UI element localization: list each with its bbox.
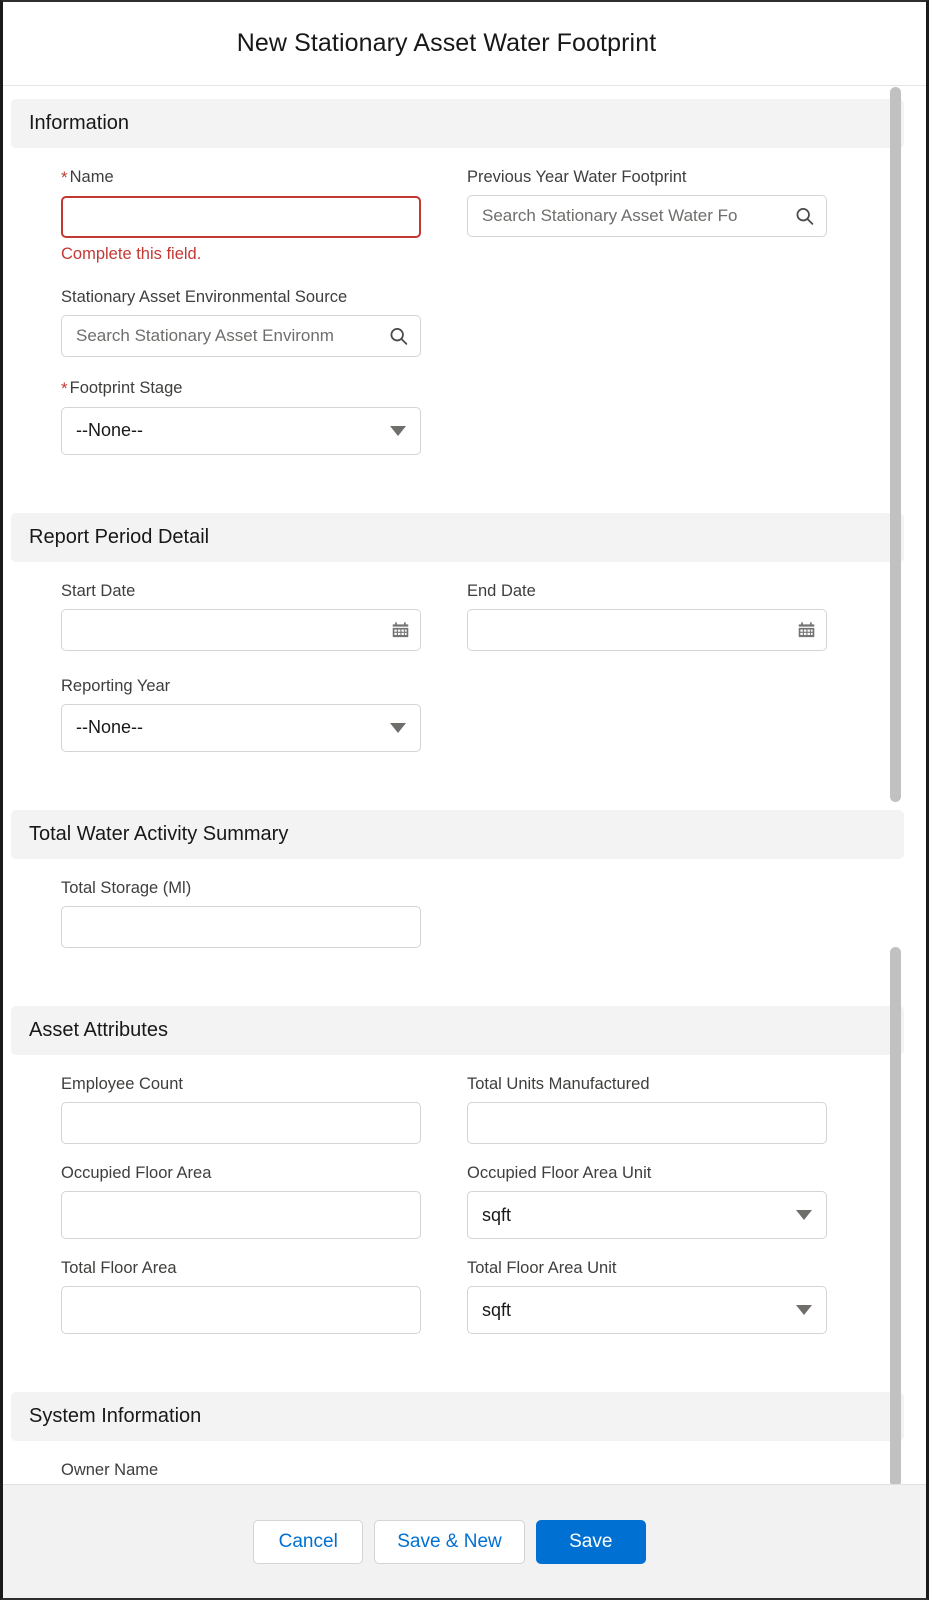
page-title: New Stationary Asset Water Footprint <box>236 29 657 57</box>
field-label-owner-name: Owner Name <box>61 1461 159 1480</box>
section-body-report-period: Start Date Reporting Year --None-- End D… <box>3 562 926 798</box>
field-label-employee-count: Employee Count <box>61 1074 183 1093</box>
empty-column <box>467 1459 827 1487</box>
search-icon[interactable] <box>388 325 409 346</box>
field-total-storage: Total Storage (Ml) <box>61 877 421 948</box>
field-label-total-floor-area: Total Floor Area <box>61 1259 177 1278</box>
employee-count-input[interactable] <box>61 1102 421 1145</box>
field-label-occupied-floor-area: Occupied Floor Area <box>61 1164 212 1183</box>
empty-column <box>467 877 827 966</box>
field-name: * Name Complete this field. <box>61 166 421 264</box>
field-label-total-storage: Total Storage (Ml) <box>61 878 192 897</box>
name-input[interactable] <box>61 195 421 238</box>
chevron-down-icon[interactable] <box>796 1210 812 1221</box>
footprint-stage-value: --None-- <box>76 420 144 441</box>
occupied-floor-area-unit-value: sqft <box>482 1204 512 1225</box>
field-label-footprint-stage: * Footprint Stage <box>61 378 183 398</box>
total-floor-area-input[interactable] <box>61 1286 421 1335</box>
total-floor-area-unit-select[interactable]: sqft <box>467 1286 827 1335</box>
chevron-down-icon[interactable] <box>390 722 406 733</box>
field-label-start-date: Start Date <box>61 581 136 600</box>
chevron-down-icon[interactable] <box>390 425 406 436</box>
required-asterisk-footprint-stage: * <box>61 378 68 398</box>
field-label-env-source: Stationary Asset Environmental Source <box>61 287 348 306</box>
modal-scrollbar-thumb[interactable] <box>890 87 901 802</box>
search-icon[interactable] <box>794 206 815 227</box>
chevron-down-icon[interactable] <box>796 1305 812 1316</box>
section-body-system-information: Owner Name <box>3 1441 926 1487</box>
section-body-asset-attributes: Employee Count Occupied Floor Area Total… <box>3 1055 926 1380</box>
section-body-water-activity: Total Storage (Ml) <box>3 859 926 994</box>
section-header-asset-attributes: Asset Attributes <box>11 1005 904 1055</box>
calendar-icon[interactable] <box>392 621 409 638</box>
total-storage-input[interactable] <box>61 905 421 948</box>
section-header-report-period: Report Period Detail <box>11 512 904 562</box>
save-button[interactable]: Save <box>535 1519 646 1564</box>
modal-header: New Stationary Asset Water Footprint <box>3 2 926 86</box>
occupied-floor-area-unit-select[interactable]: sqft <box>467 1191 827 1240</box>
field-label-occupied-floor-area-unit: Occupied Floor Area Unit <box>467 1164 652 1183</box>
calendar-icon[interactable] <box>798 621 815 638</box>
name-error-message: Complete this field. <box>61 244 202 263</box>
end-date-input[interactable] <box>467 608 827 651</box>
reporting-year-select[interactable]: --None-- <box>61 703 421 752</box>
required-asterisk-name: * <box>61 168 68 187</box>
previous-year-placeholder: Search Stationary Asset Water Fo <box>482 206 738 226</box>
reporting-year-value: --None-- <box>76 717 144 738</box>
field-reporting-year: Reporting Year --None-- <box>61 675 421 752</box>
field-previous-year: Previous Year Water Footprint Search Sta… <box>467 166 827 238</box>
field-label-name: * Name <box>61 168 114 187</box>
section-header-information: Information <box>11 99 904 148</box>
save-and-new-button[interactable]: Save & New <box>374 1519 525 1564</box>
field-label-total-units: Total Units Manufactured <box>467 1074 650 1093</box>
field-env-source: Stationary Asset Environmental Source Se… <box>61 286 421 357</box>
modal-scroll-body[interactable]: Information * Name Complete this field. S… <box>3 87 926 1487</box>
env-source-lookup-input[interactable]: Search Stationary Asset Environm <box>61 314 421 357</box>
modal-window: New Stationary Asset Water Footprint Inf… <box>0 0 929 1600</box>
field-footprint-stage: * Footprint Stage --None-- <box>61 377 421 455</box>
footprint-stage-select[interactable]: --None-- <box>61 406 421 455</box>
field-label-end-date: End Date <box>467 581 536 600</box>
cancel-button[interactable]: Cancel <box>253 1519 364 1564</box>
field-total-floor-area: Total Floor Area <box>61 1257 421 1335</box>
modal-scrollbar-thumb-lower[interactable] <box>890 947 901 1487</box>
field-label-previous-year: Previous Year Water Footprint <box>467 168 687 186</box>
total-floor-area-unit-value: sqft <box>482 1299 512 1320</box>
field-total-units: Total Units Manufactured <box>467 1073 827 1145</box>
field-end-date: End Date <box>467 580 827 651</box>
env-source-placeholder: Search Stationary Asset Environm <box>76 325 334 345</box>
section-header-water-activity: Total Water Activity Summary <box>11 809 904 859</box>
total-units-input[interactable] <box>467 1102 827 1145</box>
field-occupied-floor-area-unit: Occupied Floor Area Unit sqft <box>467 1162 827 1240</box>
field-owner-name: Owner Name <box>61 1459 421 1487</box>
field-employee-count: Employee Count <box>61 1073 421 1145</box>
field-total-floor-area-unit: Total Floor Area Unit sqft <box>467 1257 827 1335</box>
field-label-total-floor-area-unit: Total Floor Area Unit <box>467 1259 617 1278</box>
field-label-reporting-year: Reporting Year <box>61 676 171 695</box>
start-date-input[interactable] <box>61 608 421 651</box>
previous-year-lookup-input[interactable]: Search Stationary Asset Water Fo <box>467 195 827 238</box>
field-occupied-floor-area: Occupied Floor Area <box>61 1162 421 1240</box>
modal-footer: Cancel Save & New Save <box>3 1484 926 1598</box>
modal-scrollbar[interactable] <box>888 87 904 1487</box>
section-header-system-information: System Information <box>11 1392 904 1442</box>
section-body-information: * Name Complete this field. Stationary As… <box>3 148 926 501</box>
occupied-floor-area-input[interactable] <box>61 1191 421 1240</box>
field-start-date: Start Date <box>61 580 421 651</box>
